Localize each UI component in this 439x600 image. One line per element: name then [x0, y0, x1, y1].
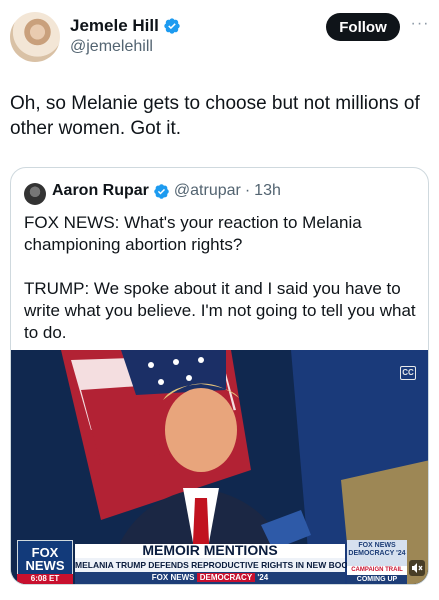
quoted-tweet-card[interactable]: Aaron Rupar @atrupar · 13h FOX NEWS: Wha…: [10, 167, 429, 585]
chyron-strip: FOX NEWS DEMOCRACY '24: [75, 572, 345, 584]
quote-timestamp[interactable]: 13h: [254, 182, 281, 200]
side-box-title: FOX NEWS DEMOCRACY '24: [347, 540, 407, 566]
strip-tag: DEMOCRACY: [196, 573, 256, 582]
tweet-text: Oh, so Melanie gets to choose but not mi…: [10, 93, 420, 139]
quote-author-avatar[interactable]: [24, 183, 46, 205]
strip-brand: FOX NEWS: [151, 573, 195, 582]
quote-separator: ·: [244, 182, 251, 199]
side-box-coming-up: COMING UP: [356, 576, 398, 583]
broadcast-clock: 6:08 ET: [17, 574, 73, 584]
video-player[interactable]: CC FOX NEWS 6:08 ET MEMOIR MENTIONS MELA…: [11, 350, 428, 584]
quote-verified-badge-icon: [154, 183, 169, 199]
mute-icon[interactable]: [409, 560, 425, 576]
quote-text: FOX NEWS: What's your reaction to Melani…: [24, 213, 416, 342]
verified-badge-icon: [164, 18, 180, 34]
side-box-trail: CAMPAIGN TRAIL: [347, 566, 407, 575]
chyron-main: MEMOIR MENTIONS MELANIA TRUMP DEFENDS RE…: [75, 542, 355, 584]
quote-author-handle[interactable]: @atrupar: [174, 182, 241, 200]
author-name-row: Jemele Hill: [70, 16, 181, 36]
quote-header: Aaron Rupar @atrupar · 13h: [52, 182, 281, 200]
captions-icon[interactable]: CC: [400, 366, 416, 380]
chyron-headline: MEMOIR MENTIONS: [142, 542, 278, 558]
news-chyron: FOX NEWS 6:08 ET MEMOIR MENTIONS MELANIA…: [11, 536, 428, 584]
campaign-trail-box: FOX NEWS DEMOCRACY '24 CAMPAIGN TRAIL CO…: [347, 540, 407, 584]
author-avatar[interactable]: [10, 12, 60, 62]
follow-button[interactable]: Follow: [326, 13, 400, 41]
quote-author-name[interactable]: Aaron Rupar: [52, 182, 149, 200]
strip-year: '24: [257, 573, 269, 582]
chyron-subheadline: MELANIA TRUMP DEFENDS REPRODUCTIVE RIGHT…: [75, 558, 355, 572]
author-handle[interactable]: @jemelehill: [70, 38, 153, 56]
author-name[interactable]: Jemele Hill: [70, 16, 159, 36]
more-options-icon[interactable]: ···: [408, 16, 432, 33]
